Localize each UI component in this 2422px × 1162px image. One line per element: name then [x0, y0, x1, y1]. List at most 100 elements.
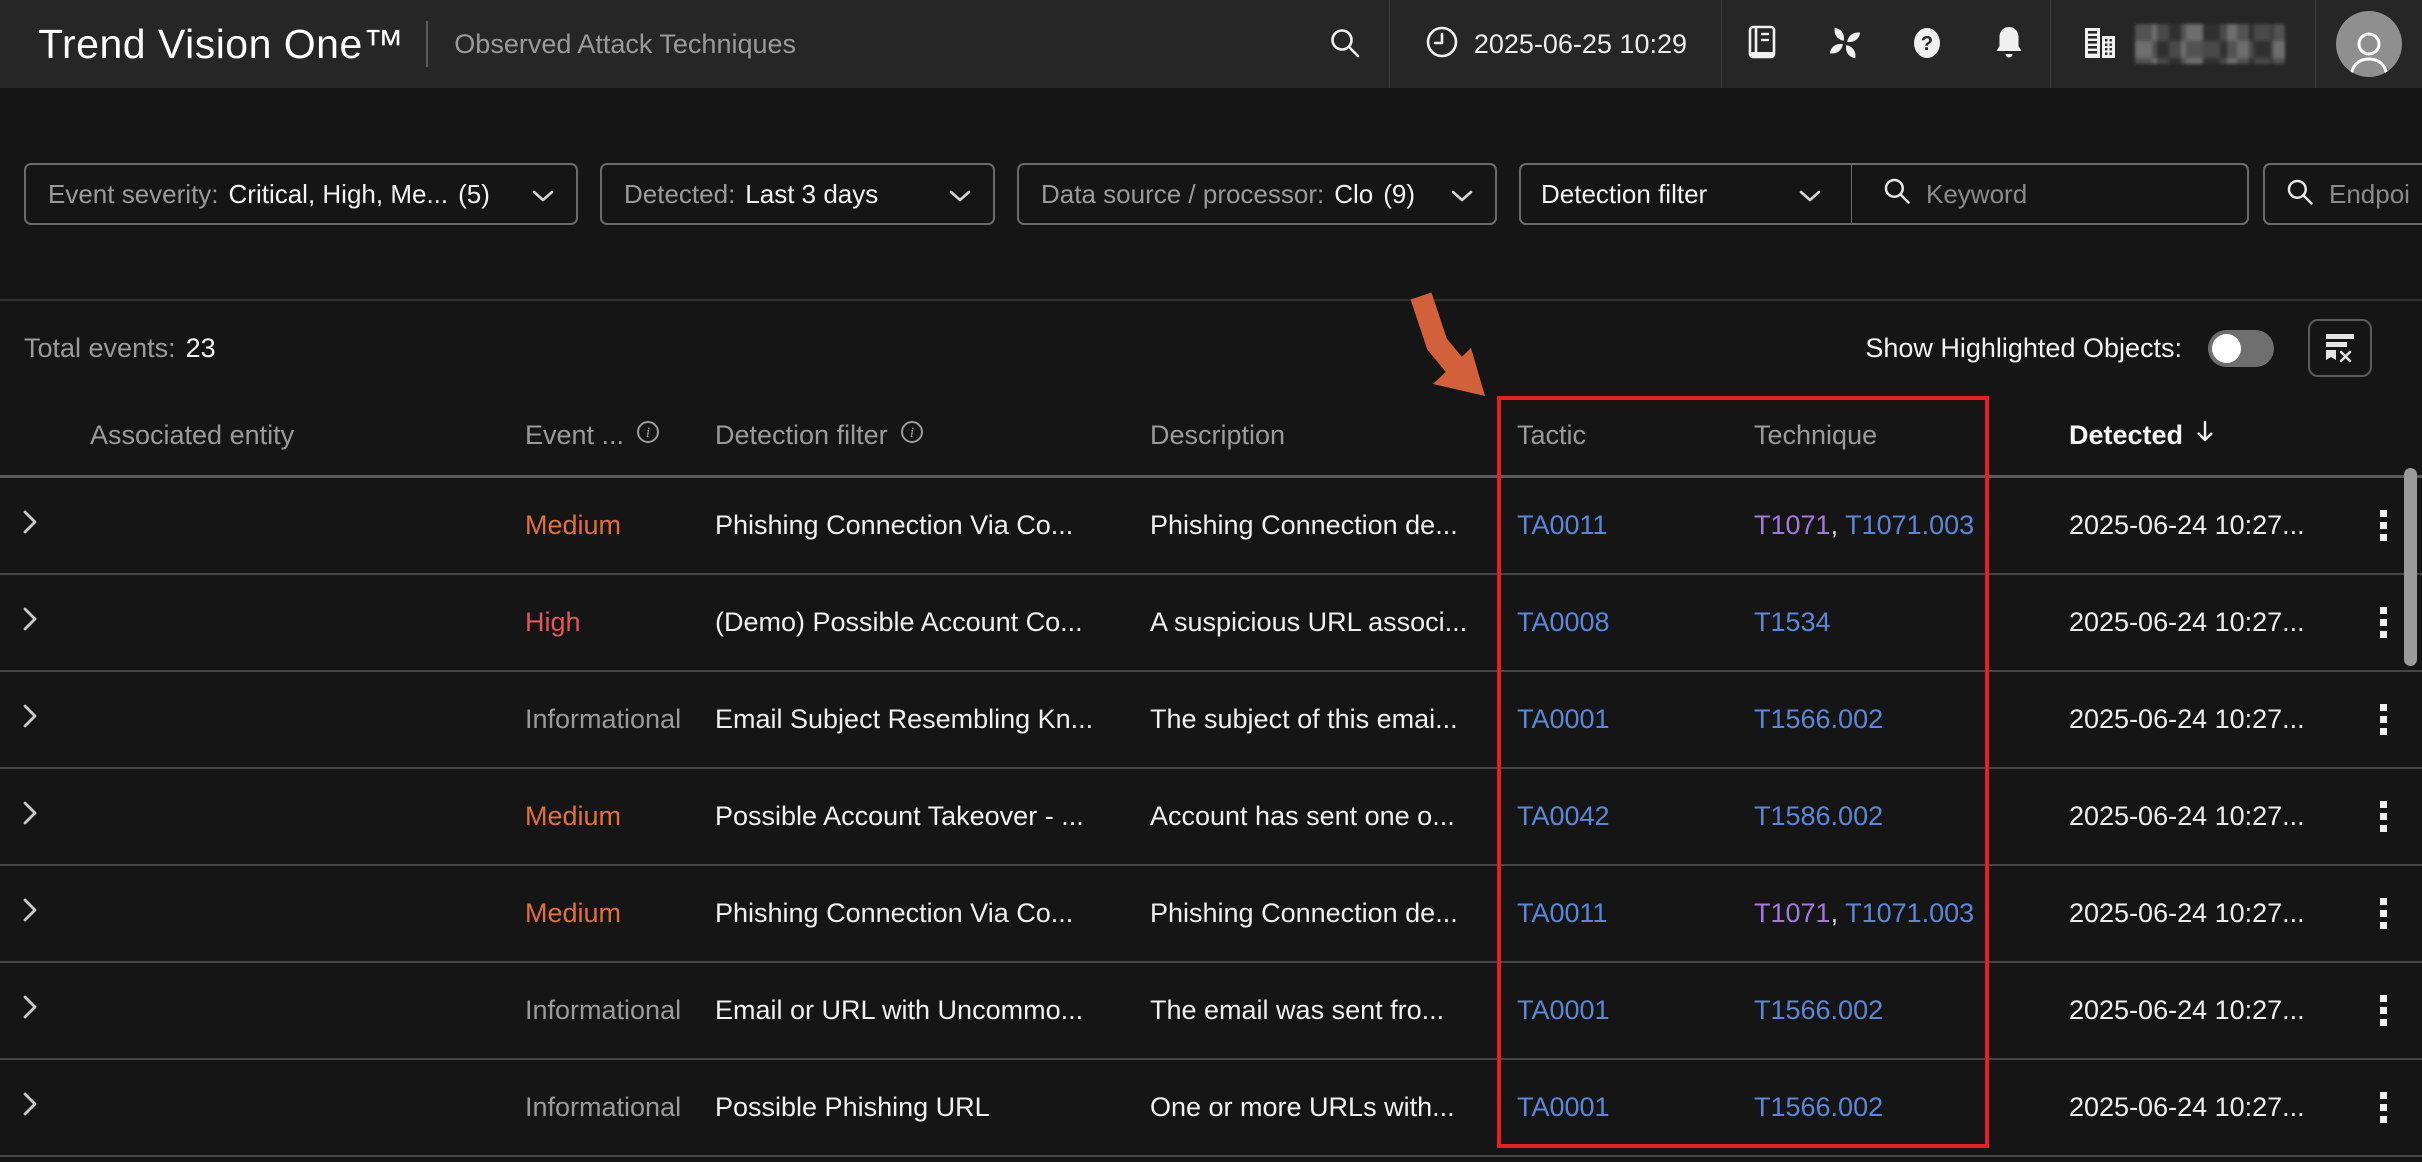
technique-link[interactable]: T1586.002	[1754, 801, 1883, 831]
column-header-technique[interactable]: Technique	[1730, 420, 2040, 451]
help-icon: ?	[1909, 25, 1945, 64]
tactic-link[interactable]: TA0001	[1517, 1092, 1610, 1122]
summary-actions: Show Highlighted Objects:	[1865, 301, 2372, 395]
event-severity-cell: High	[500, 607, 690, 638]
technique-link[interactable]: T1071	[1754, 898, 1831, 928]
table-header: Associated entity Event ... i Detection …	[0, 395, 2422, 478]
event-severity-label: Event severity:	[48, 179, 219, 210]
notifications-button[interactable]	[1968, 24, 2050, 65]
description-cell: Account has sent one o...	[1125, 801, 1490, 832]
event-row[interactable]: Informational Email Subject Resembling K…	[0, 672, 2422, 769]
expand-row-button[interactable]	[0, 897, 60, 930]
chevron-right-icon	[22, 509, 38, 542]
detected-cell: 2025-06-24 10:27...	[2040, 995, 2345, 1026]
event-row[interactable]: Informational Email or URL with Uncommo.…	[0, 963, 2422, 1060]
technique-link[interactable]: T1566.002	[1754, 704, 1883, 734]
event-row[interactable]: High (Demo) Possible Account Co... A sus…	[0, 575, 2422, 672]
event-severity-cell: Medium	[500, 801, 690, 832]
technique-link[interactable]: T1566.002	[1754, 995, 1883, 1025]
app-title: Trend Vision One™	[38, 21, 404, 68]
technique-cell: T1566.002	[1730, 704, 2040, 735]
kebab-menu-button[interactable]	[2374, 795, 2393, 838]
expand-row-button[interactable]	[0, 994, 60, 1027]
event-severity-filter[interactable]: Event severity: Critical, High, Me... (5…	[24, 163, 578, 225]
show-highlighted-toggle[interactable]	[2208, 330, 2274, 367]
detected-filter[interactable]: Detected: Last 3 days	[600, 163, 995, 225]
expand-row-button[interactable]	[0, 800, 60, 833]
severity-value: Medium	[525, 898, 621, 928]
description-cell: A suspicious URL associ...	[1125, 607, 1490, 638]
top-bar: Trend Vision One™ Observed Attack Techni…	[0, 0, 2422, 88]
event-row[interactable]: Medium Possible Account Takeover - ... A…	[0, 769, 2422, 866]
event-row[interactable]: Medium Phishing Connection Via Co... Phi…	[0, 866, 2422, 963]
kebab-menu-button[interactable]	[2374, 504, 2393, 547]
expand-row-button[interactable]	[0, 606, 60, 639]
detection-filter-cell: Possible Account Takeover - ...	[690, 801, 1125, 832]
chevron-right-icon	[22, 800, 38, 833]
technique-link[interactable]: T1566.002	[1754, 1092, 1883, 1122]
event-row[interactable]: Informational Possible Phishing URL One …	[0, 1060, 2422, 1157]
summary-bar: Total events: 23 Show Highlighted Object…	[0, 301, 2422, 395]
info-icon[interactable]: i	[636, 420, 660, 451]
data-source-filter[interactable]: Data source / processor: Clo (9)	[1017, 163, 1497, 225]
event-severity-cell: Medium	[500, 510, 690, 541]
technique-link[interactable]: T1071	[1754, 510, 1831, 540]
description-cell: One or more URLs with...	[1125, 1092, 1490, 1123]
detection-filter-dropdown[interactable]: Detection filter	[1521, 165, 1841, 223]
event-row[interactable]: Medium Phishing Connection Via Co... Phi…	[0, 478, 2422, 575]
global-search-button[interactable]	[1301, 0, 1389, 88]
tactic-link[interactable]: TA0008	[1517, 607, 1610, 637]
kebab-menu-button[interactable]	[2374, 989, 2393, 1032]
keyword-search-input[interactable]	[1926, 179, 2227, 210]
expand-row-button[interactable]	[0, 703, 60, 736]
technique-cell: T1071, T1071.003	[1730, 510, 2040, 541]
total-events: Total events: 23	[24, 301, 216, 395]
technique-link[interactable]: T1071.003	[1845, 898, 1974, 928]
clear-sort-filter-button[interactable]	[2308, 319, 2372, 377]
technique-link[interactable]: T1071.003	[1845, 510, 1974, 540]
kebab-menu-button[interactable]	[2374, 1086, 2393, 1129]
tactic-link[interactable]: TA0011	[1517, 510, 1608, 540]
detection-filter-cell: (Demo) Possible Account Co...	[690, 607, 1125, 638]
help-button[interactable]: ?	[1886, 25, 1968, 64]
column-header-associated-entity[interactable]: Associated entity	[60, 420, 500, 451]
row-actions-cell	[2345, 795, 2422, 838]
tactic-link[interactable]: TA0001	[1517, 995, 1610, 1025]
tactic-link[interactable]: TA0042	[1517, 801, 1610, 831]
expand-row-button[interactable]	[0, 1091, 60, 1124]
tactic-link[interactable]: TA0001	[1517, 704, 1610, 734]
combo-divider	[1851, 165, 1852, 223]
info-icon[interactable]: i	[900, 420, 924, 451]
vertical-scrollbar-thumb[interactable]	[2404, 468, 2417, 666]
apps-button[interactable]	[1804, 24, 1886, 65]
tactic-cell: TA0011	[1490, 898, 1730, 929]
kebab-menu-button[interactable]	[2374, 892, 2393, 935]
column-header-detection-filter[interactable]: Detection filter i	[690, 420, 1125, 451]
sort-desc-icon	[2195, 419, 2215, 452]
avatar[interactable]	[2336, 11, 2402, 77]
endpoint-search	[2263, 163, 2422, 225]
column-header-description[interactable]: Description	[1125, 420, 1490, 451]
kebab-menu-button[interactable]	[2374, 601, 2393, 644]
tactic-cell: TA0001	[1490, 1092, 1730, 1123]
detection-filter-cell: Email Subject Resembling Kn...	[690, 704, 1125, 735]
chevron-down-icon	[949, 179, 971, 210]
release-notes-icon	[1747, 25, 1779, 64]
detection-filter-label: Detection filter	[1541, 179, 1707, 210]
tactic-link[interactable]: TA0011	[1517, 898, 1608, 928]
endpoint-search-input[interactable]	[2329, 179, 2422, 210]
expand-row-button[interactable]	[0, 509, 60, 542]
chevron-right-icon	[22, 606, 38, 639]
console-time[interactable]: 2025-06-25 10:29	[1390, 0, 1721, 88]
row-actions-cell	[2345, 892, 2422, 935]
column-header-event-severity[interactable]: Event ... i	[500, 420, 690, 451]
column-header-tactic[interactable]: Tactic	[1490, 420, 1730, 451]
event-severity-count: (5)	[458, 179, 490, 210]
column-header-detected[interactable]: Detected	[2040, 419, 2345, 452]
top-bar-actions: 2025-06-25 10:29	[1301, 0, 2422, 88]
release-notes-button[interactable]	[1722, 25, 1804, 64]
technique-link[interactable]: T1534	[1754, 607, 1831, 637]
kebab-menu-button[interactable]	[2374, 698, 2393, 741]
account-company-menu[interactable]	[2051, 0, 2315, 88]
severity-value: Medium	[525, 801, 621, 831]
